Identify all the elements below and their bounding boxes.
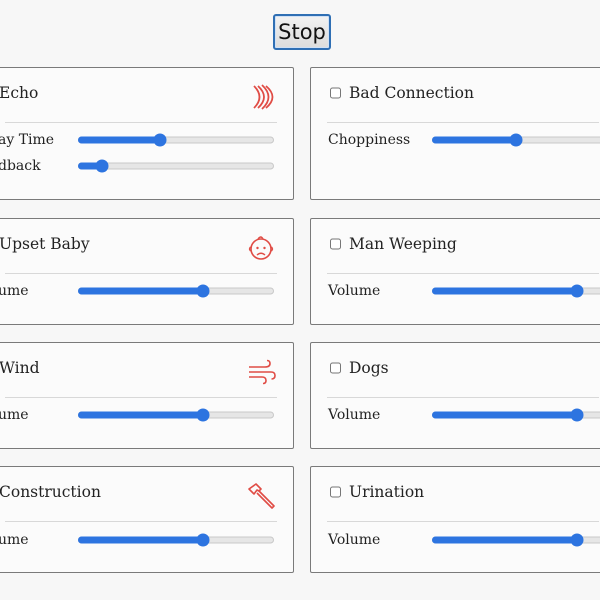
wind-icon: [249, 359, 276, 385]
effect-title: Bad Connection: [349, 84, 474, 102]
slider-fill: [78, 287, 204, 295]
param-label: Choppiness: [328, 132, 411, 148]
effect-card-dogs: Dogs Volume: [310, 342, 600, 449]
card-divider: [5, 521, 277, 522]
effect-card-header: Echo: [0, 68, 293, 122]
param-row: ume: [0, 405, 293, 425]
param-label: ume: [0, 532, 29, 548]
effect-card-construction: Construction ume: [0, 466, 294, 573]
param-label: Volume: [328, 532, 381, 548]
effect-card-header: Man Weeping: [311, 219, 600, 273]
slider-thumb[interactable]: [196, 284, 210, 298]
param-row: Volume: [311, 405, 600, 425]
param-row: Volume: [311, 281, 600, 301]
slider-thumb[interactable]: [570, 408, 584, 422]
volume-slider[interactable]: [432, 283, 600, 299]
slider-fill: [432, 536, 578, 544]
baby-face-icon: [248, 236, 274, 260]
echo-waves-icon: [253, 84, 274, 110]
effect-card-man-weeping: Man Weeping Volume: [310, 218, 600, 325]
choppiness-slider[interactable]: [432, 132, 600, 148]
slider-fill: [432, 136, 517, 144]
volume-slider[interactable]: [78, 283, 274, 299]
effect-card-header: Bad Connection: [311, 68, 600, 122]
volume-slider[interactable]: [432, 407, 600, 423]
slider-thumb[interactable]: [570, 284, 584, 298]
slider-fill: [432, 287, 578, 295]
param-row: ay Time: [0, 130, 293, 150]
effect-title: Wind: [0, 359, 40, 377]
effect-title: Dogs: [349, 359, 389, 377]
effect-title: Man Weeping: [349, 235, 457, 253]
param-label: dback: [0, 158, 41, 174]
effect-card-echo: Echo ay Time dback: [0, 67, 294, 200]
effect-card-header: Urination: [311, 467, 600, 521]
volume-slider[interactable]: [432, 532, 600, 548]
slider-thumb[interactable]: [153, 133, 167, 147]
card-divider: [5, 122, 277, 123]
param-row: Volume: [311, 530, 600, 550]
slider-thumb[interactable]: [509, 133, 523, 147]
effect-card-header: Wind: [0, 343, 293, 397]
effects-board: Stop Echo ay Time dback Bad Connection C…: [0, 0, 600, 600]
volume-slider[interactable]: [78, 532, 274, 548]
effect-card-header: Dogs: [311, 343, 600, 397]
slider-fill: [432, 411, 578, 419]
param-label: ay Time: [0, 132, 55, 148]
card-divider: [327, 397, 599, 398]
param-label: Volume: [328, 407, 381, 423]
effect-enable-checkbox[interactable]: [330, 362, 341, 374]
effect-title: Echo: [0, 84, 39, 102]
param-label: ume: [0, 283, 29, 299]
slider-fill: [78, 136, 161, 144]
slider-thumb[interactable]: [196, 533, 210, 547]
effect-enable-checkbox[interactable]: [330, 87, 341, 99]
slider-thumb[interactable]: [570, 533, 584, 547]
slider-fill: [78, 411, 204, 419]
effect-card-bad-connection: Bad Connection Choppiness: [310, 67, 600, 200]
param-row: ume: [0, 281, 293, 301]
effect-card-header: Upset Baby: [0, 219, 293, 273]
param-label: ume: [0, 407, 29, 423]
effect-card-wind: Wind ume: [0, 342, 294, 449]
card-divider: [327, 521, 599, 522]
effect-title: Construction: [0, 483, 101, 501]
effect-card-upset-baby: Upset Baby ume: [0, 218, 294, 325]
feedback-slider[interactable]: [78, 158, 274, 174]
param-row: dback: [0, 156, 293, 176]
param-row: ume: [0, 530, 293, 550]
card-divider: [5, 273, 277, 274]
card-divider: [5, 397, 277, 398]
slider-thumb[interactable]: [196, 408, 210, 422]
slider-fill: [78, 536, 204, 544]
param-row: Choppiness: [311, 130, 600, 150]
delay-time-slider[interactable]: [78, 132, 274, 148]
volume-slider[interactable]: [78, 407, 274, 423]
effect-enable-checkbox[interactable]: [330, 238, 341, 250]
stop-button[interactable]: Stop: [273, 14, 331, 50]
param-label: Volume: [328, 283, 381, 299]
effect-title: Upset Baby: [0, 235, 90, 253]
card-divider: [327, 122, 599, 123]
effect-card-urination: Urination Volume: [310, 466, 600, 573]
hammer-icon: [248, 483, 275, 509]
effect-title: Urination: [349, 483, 425, 501]
effect-enable-checkbox[interactable]: [330, 486, 341, 498]
slider-thumb[interactable]: [95, 159, 109, 173]
effect-card-header: Construction: [0, 467, 293, 521]
card-divider: [327, 273, 599, 274]
